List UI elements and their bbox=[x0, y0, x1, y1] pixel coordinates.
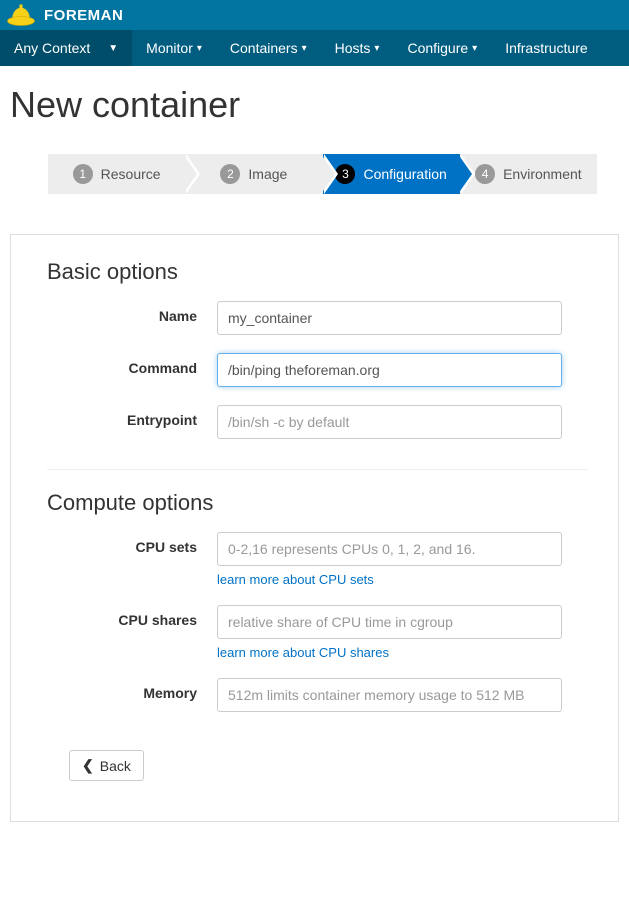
page-title: New container bbox=[10, 84, 629, 126]
caret-down-icon: ▾ bbox=[374, 43, 379, 54]
basic-options-heading: Basic options bbox=[47, 259, 588, 285]
entrypoint-input[interactable] bbox=[217, 405, 562, 439]
divider bbox=[47, 469, 588, 470]
compute-options-heading: Compute options bbox=[47, 490, 588, 516]
cpu-sets-label: CPU sets bbox=[47, 532, 217, 555]
form-row-cpu-shares: CPU shares learn more about CPU shares bbox=[47, 605, 588, 660]
nav-containers[interactable]: Containers▾ bbox=[216, 30, 321, 66]
form-panel: Basic options Name Command Entrypoint Co… bbox=[10, 234, 619, 822]
nav-monitor[interactable]: Monitor▾ bbox=[132, 30, 216, 66]
form-row-cpu-sets: CPU sets learn more about CPU sets bbox=[47, 532, 588, 587]
memory-input[interactable] bbox=[217, 678, 562, 712]
step-label: Environment bbox=[503, 166, 582, 182]
caret-down-icon: ▾ bbox=[197, 43, 202, 54]
command-input[interactable] bbox=[217, 353, 562, 387]
brand-text: FOREMAN bbox=[44, 7, 123, 24]
context-label: Any Context bbox=[14, 40, 90, 56]
form-row-name: Name bbox=[47, 301, 588, 335]
back-button[interactable]: ❮ Back bbox=[69, 750, 144, 781]
step-configuration[interactable]: 3 Configuration bbox=[323, 154, 460, 194]
step-resource[interactable]: 1 Resource bbox=[48, 154, 185, 194]
step-environment[interactable]: 4 Environment bbox=[460, 154, 597, 194]
step-label: Resource bbox=[101, 166, 161, 182]
nav-infrastructure[interactable]: Infrastructure bbox=[491, 30, 601, 66]
memory-label: Memory bbox=[47, 678, 217, 701]
nav-configure[interactable]: Configure▾ bbox=[393, 30, 491, 66]
step-image[interactable]: 2 Image bbox=[185, 154, 322, 194]
cpu-sets-input[interactable] bbox=[217, 532, 562, 566]
caret-down-icon: ▾ bbox=[302, 43, 307, 54]
context-selector[interactable]: Any Context ▼ bbox=[0, 30, 132, 66]
command-label: Command bbox=[47, 353, 217, 376]
cpu-shares-input[interactable] bbox=[217, 605, 562, 639]
step-number: 2 bbox=[220, 164, 240, 184]
nav-hosts[interactable]: Hosts▾ bbox=[321, 30, 394, 66]
entrypoint-label: Entrypoint bbox=[47, 405, 217, 428]
form-row-memory: Memory bbox=[47, 678, 588, 712]
back-label: Back bbox=[100, 758, 131, 774]
step-label: Configuration bbox=[363, 166, 446, 182]
form-row-command: Command bbox=[47, 353, 588, 387]
topbar: FOREMAN bbox=[0, 0, 629, 30]
caret-down-icon: ▾ bbox=[472, 43, 477, 54]
step-number: 1 bbox=[73, 164, 93, 184]
cpu-shares-help-link[interactable]: learn more about CPU shares bbox=[217, 645, 389, 660]
foreman-logo-icon bbox=[6, 2, 36, 28]
form-row-entrypoint: Entrypoint bbox=[47, 405, 588, 439]
step-number: 4 bbox=[475, 164, 495, 184]
cpu-shares-label: CPU shares bbox=[47, 605, 217, 628]
caret-down-icon: ▼ bbox=[108, 43, 118, 54]
wizard-steps: 1 Resource 2 Image 3 Configuration 4 Env… bbox=[48, 154, 597, 194]
step-number: 3 bbox=[335, 164, 355, 184]
name-input[interactable] bbox=[217, 301, 562, 335]
chevron-left-icon: ❮ bbox=[82, 757, 94, 774]
step-label: Image bbox=[248, 166, 287, 182]
navbar: Any Context ▼ Monitor▾ Containers▾ Hosts… bbox=[0, 30, 629, 66]
cpu-sets-help-link[interactable]: learn more about CPU sets bbox=[217, 572, 374, 587]
name-label: Name bbox=[47, 301, 217, 324]
